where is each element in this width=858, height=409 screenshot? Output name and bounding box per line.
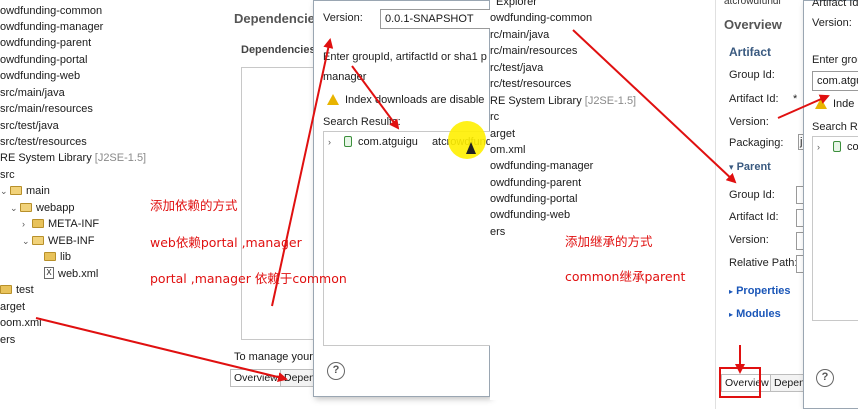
arrow-tree-to-parent (572, 29, 737, 184)
arrow-manager-to-result (351, 65, 400, 130)
annotation-arrows (35, 29, 830, 382)
arrow-pom-to-dependencies-tab (35, 317, 288, 382)
arrow-up-to-search (271, 38, 334, 307)
arrow-parent-to-dialog (777, 94, 830, 119)
